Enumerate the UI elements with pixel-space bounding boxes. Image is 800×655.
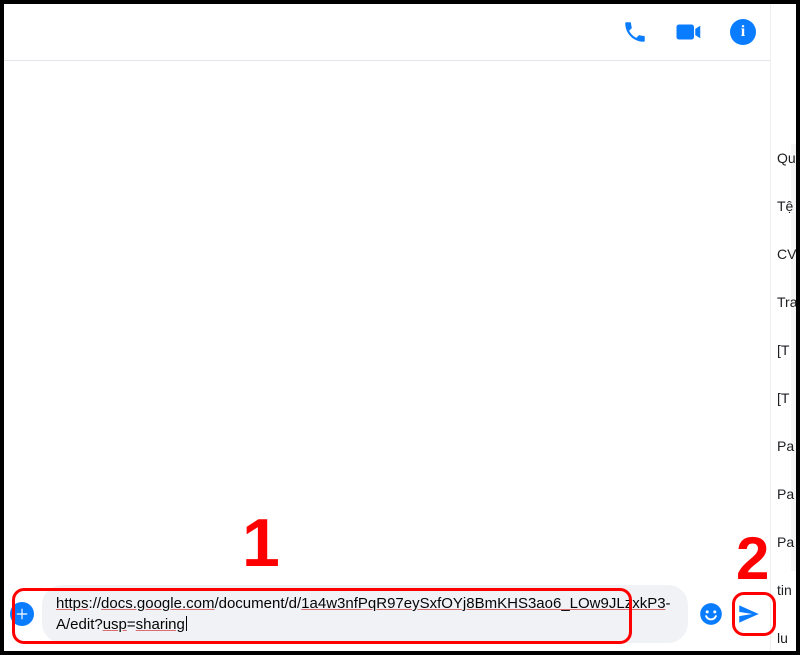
video-call-button[interactable]: [672, 15, 706, 49]
sidebar-item[interactable]: lu: [777, 624, 796, 651]
message-input[interactable]: https://docs.google.com/document/d/1a4w3…: [42, 585, 688, 643]
sidebar-item[interactable]: tin: [777, 576, 796, 604]
info-icon: i: [730, 19, 756, 45]
conversation-info-button[interactable]: i: [726, 15, 760, 49]
send-button[interactable]: [734, 599, 764, 629]
chat-pane: i https://docs.google.com/document/d/1a4…: [4, 4, 770, 651]
emoji-button[interactable]: [696, 599, 726, 629]
app-frame: i https://docs.google.com/document/d/1a4…: [0, 0, 800, 655]
video-icon: [674, 17, 704, 47]
scrollbar-track[interactable]: [791, 144, 796, 571]
send-icon: [736, 601, 762, 627]
add-attachment-button[interactable]: [10, 602, 34, 626]
emoji-icon: [698, 601, 724, 627]
plus-icon: [15, 607, 29, 621]
call-button[interactable]: [618, 15, 652, 49]
conversation-area: [4, 61, 770, 579]
phone-icon: [622, 19, 648, 45]
message-composer: https://docs.google.com/document/d/1a4w3…: [4, 579, 770, 651]
chat-header: i: [4, 4, 770, 60]
